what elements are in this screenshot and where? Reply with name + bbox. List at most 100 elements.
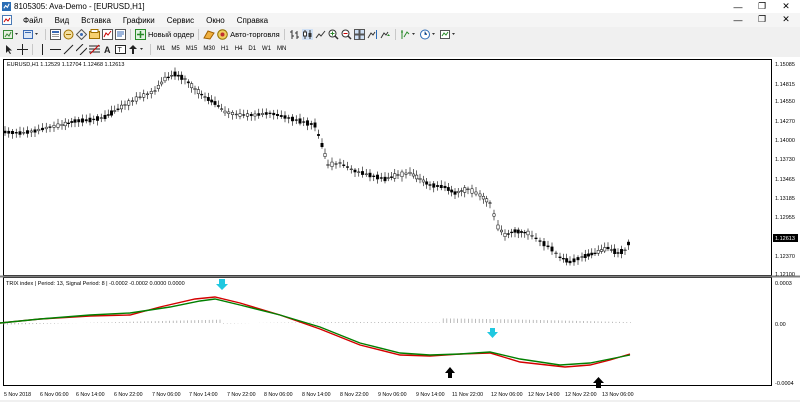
candle-body <box>52 125 56 128</box>
child-minimize-button[interactable]: — <box>726 13 750 26</box>
timeframe-m5[interactable]: M5 <box>168 44 182 55</box>
minimize-button[interactable]: — <box>726 0 750 13</box>
candle-body <box>103 114 107 120</box>
candle-body <box>516 229 520 234</box>
candle-body <box>379 177 383 179</box>
candle-body <box>196 89 200 95</box>
candle-body <box>210 99 214 103</box>
candle-body <box>453 191 457 195</box>
child-close-button[interactable]: ✕ <box>774 13 798 26</box>
timeframe-m15[interactable]: M15 <box>183 44 201 55</box>
candle-body <box>330 161 334 167</box>
zoom-out-icon[interactable] <box>341 29 352 41</box>
menu-charts[interactable]: Графики <box>117 16 161 25</box>
candle-body <box>223 110 227 114</box>
metaeditor-icon[interactable] <box>115 29 126 41</box>
child-restore-button[interactable]: ❐ <box>750 13 774 26</box>
timeframe-m1[interactable]: M1 <box>154 44 168 55</box>
price-label: 1.13185 <box>775 196 795 202</box>
text-tool-icon[interactable]: A <box>102 43 113 55</box>
candle-body <box>488 202 492 204</box>
arrows-icon[interactable] <box>128 43 146 55</box>
autoscroll-icon[interactable] <box>380 29 391 41</box>
equidistant-channel-icon[interactable] <box>76 43 87 55</box>
candle-body <box>264 112 268 115</box>
candle-body <box>364 173 368 175</box>
strategy-icon[interactable] <box>203 29 215 41</box>
bar-chart-icon[interactable] <box>289 29 300 41</box>
price-label: 1.14270 <box>775 119 795 125</box>
candle-body <box>404 172 408 175</box>
timeframe-h4[interactable]: H4 <box>232 44 246 55</box>
maximize-button[interactable]: ❐ <box>750 0 774 13</box>
candle-body <box>520 231 523 233</box>
data-window-icon[interactable] <box>63 29 74 41</box>
candle-body <box>538 240 542 242</box>
chart-header: EURUSD,H1 1.12529 1.12704 1.12468 1.1261… <box>7 62 124 68</box>
candle-body <box>70 121 74 123</box>
menu-help[interactable]: Справка <box>231 16 274 25</box>
candle-body <box>534 237 538 240</box>
close-button[interactable]: ✕ <box>774 0 798 13</box>
candle-body <box>81 118 84 123</box>
chart-shift-icon[interactable] <box>367 29 378 41</box>
text-label-icon[interactable]: T <box>115 43 126 55</box>
standard-toolbar: Новый ордер Авто-торговля <box>0 27 800 42</box>
candle-body <box>96 116 99 121</box>
timeframe-mn[interactable]: MN <box>274 44 289 55</box>
zoom-in-icon[interactable] <box>328 29 339 41</box>
trendline-icon[interactable] <box>63 43 74 55</box>
menu-view[interactable]: Вид <box>49 16 75 25</box>
timeframe-h1[interactable]: H1 <box>218 44 232 55</box>
new-order-button[interactable]: Новый ордер <box>135 29 194 41</box>
candle-body <box>18 131 22 135</box>
profiles-icon[interactable] <box>23 29 41 41</box>
candle-body <box>425 181 429 185</box>
strategy-tester-icon[interactable] <box>102 29 113 41</box>
candle-body <box>613 248 617 254</box>
candle-body <box>220 108 224 110</box>
menu-insert[interactable]: Вставка <box>75 16 117 25</box>
menu-window[interactable]: Окно <box>200 16 231 25</box>
candle-body <box>530 235 534 237</box>
indicator-panel-frame <box>3 277 772 386</box>
indicators-icon[interactable] <box>400 29 418 41</box>
vertical-line-icon[interactable] <box>37 43 48 55</box>
templates-icon[interactable] <box>439 29 458 41</box>
candlestick-chart-icon[interactable] <box>301 29 313 41</box>
navigator-icon[interactable] <box>76 29 87 41</box>
line-chart-icon[interactable] <box>315 29 326 41</box>
market-watch-icon[interactable] <box>50 29 61 41</box>
candle-body <box>411 173 415 177</box>
price-chart[interactable]: EURUSD,H1 1.12529 1.12704 1.12468 1.1261… <box>0 57 800 400</box>
chart-window[interactable]: EURUSD,H1 1.12529 1.12704 1.12468 1.1261… <box>0 57 800 400</box>
menu-file[interactable]: Файл <box>17 16 49 25</box>
timeframe-w1[interactable]: W1 <box>259 44 274 55</box>
time-label: 8 Nov 14:00 <box>302 392 331 398</box>
terminal-icon[interactable] <box>89 29 100 41</box>
arrow-down-signal <box>216 279 228 290</box>
candle-body <box>576 257 580 261</box>
candle-body <box>246 113 249 117</box>
crosshair-icon[interactable] <box>17 43 28 55</box>
horizontal-line-icon[interactable] <box>50 43 61 55</box>
timeframe-d1[interactable]: D1 <box>245 44 259 55</box>
candle-body <box>287 117 291 119</box>
menu-tools[interactable]: Сервис <box>161 16 200 25</box>
candle-body <box>361 171 364 175</box>
candle-body <box>456 190 460 194</box>
tile-windows-icon[interactable] <box>353 29 365 41</box>
candle-body <box>242 114 246 116</box>
candle-body <box>253 113 257 117</box>
timeframe-m30[interactable]: M30 <box>200 44 218 55</box>
cursor-icon[interactable] <box>4 43 15 55</box>
new-chart-icon[interactable] <box>3 29 21 41</box>
autotrading-button[interactable]: Авто-торговля <box>217 29 280 41</box>
periods-icon[interactable] <box>419 29 438 41</box>
price-label: 1.12955 <box>775 215 795 221</box>
candle-body <box>238 113 242 117</box>
price-label: 1.14815 <box>775 82 795 88</box>
candle-body <box>153 90 157 92</box>
fibonacci-icon[interactable] <box>89 43 100 55</box>
candle-body <box>146 93 149 95</box>
